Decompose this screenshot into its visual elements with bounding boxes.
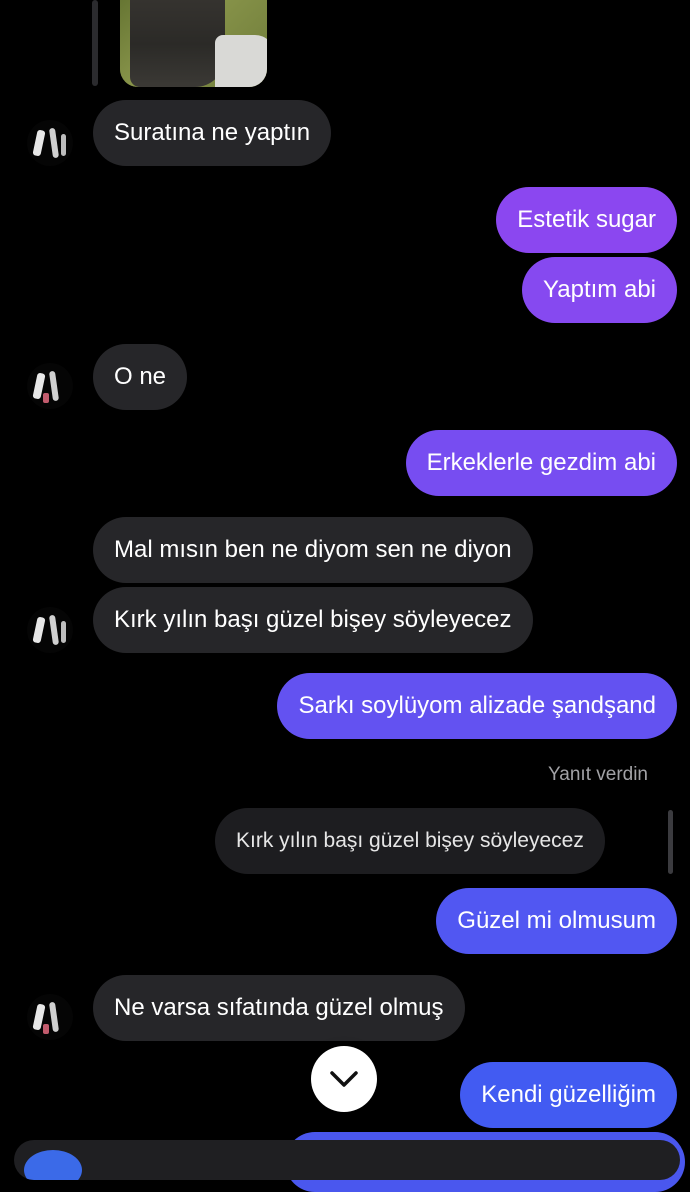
- thread-line: [92, 0, 98, 86]
- message-incoming[interactable]: Ne varsa sıfatında güzel olmuş: [93, 975, 465, 1041]
- quoted-message[interactable]: Kırk yılın başı güzel bişey söyleyecez: [215, 808, 605, 874]
- contact-avatar[interactable]: [27, 994, 73, 1040]
- message-composer[interactable]: [14, 1140, 680, 1180]
- contact-avatar[interactable]: [27, 120, 73, 166]
- message-outgoing[interactable]: Erkeklerle gezdim abi: [405, 430, 677, 496]
- contact-avatar[interactable]: [27, 363, 73, 409]
- camera-button[interactable]: [24, 1150, 82, 1180]
- replied-label: Yanıt verdin: [548, 764, 648, 785]
- message-incoming[interactable]: Mal mısın ben ne diyom sen ne diyon: [93, 517, 533, 583]
- message-outgoing[interactable]: Estetik sugar: [496, 187, 677, 253]
- message-incoming[interactable]: Kırk yılın başı güzel bişey söyleyecez: [93, 587, 533, 653]
- message-incoming[interactable]: O ne: [93, 344, 188, 410]
- message-outgoing[interactable]: Yaptım abi: [522, 257, 677, 323]
- message-outgoing[interactable]: Sarkı soylüyom alizade şandşand: [277, 673, 677, 739]
- chevron-down-icon: [330, 1071, 358, 1087]
- shared-photo[interactable]: [120, 0, 267, 87]
- message-outgoing[interactable]: Kendi güzelliğim: [460, 1062, 677, 1128]
- message-outgoing[interactable]: Güzel mi olmusum: [436, 888, 677, 954]
- contact-avatar[interactable]: [27, 607, 73, 653]
- message-incoming[interactable]: Suratına ne yaptın: [93, 100, 332, 166]
- quote-bar: [668, 810, 673, 874]
- scroll-to-bottom-button[interactable]: [311, 1046, 377, 1112]
